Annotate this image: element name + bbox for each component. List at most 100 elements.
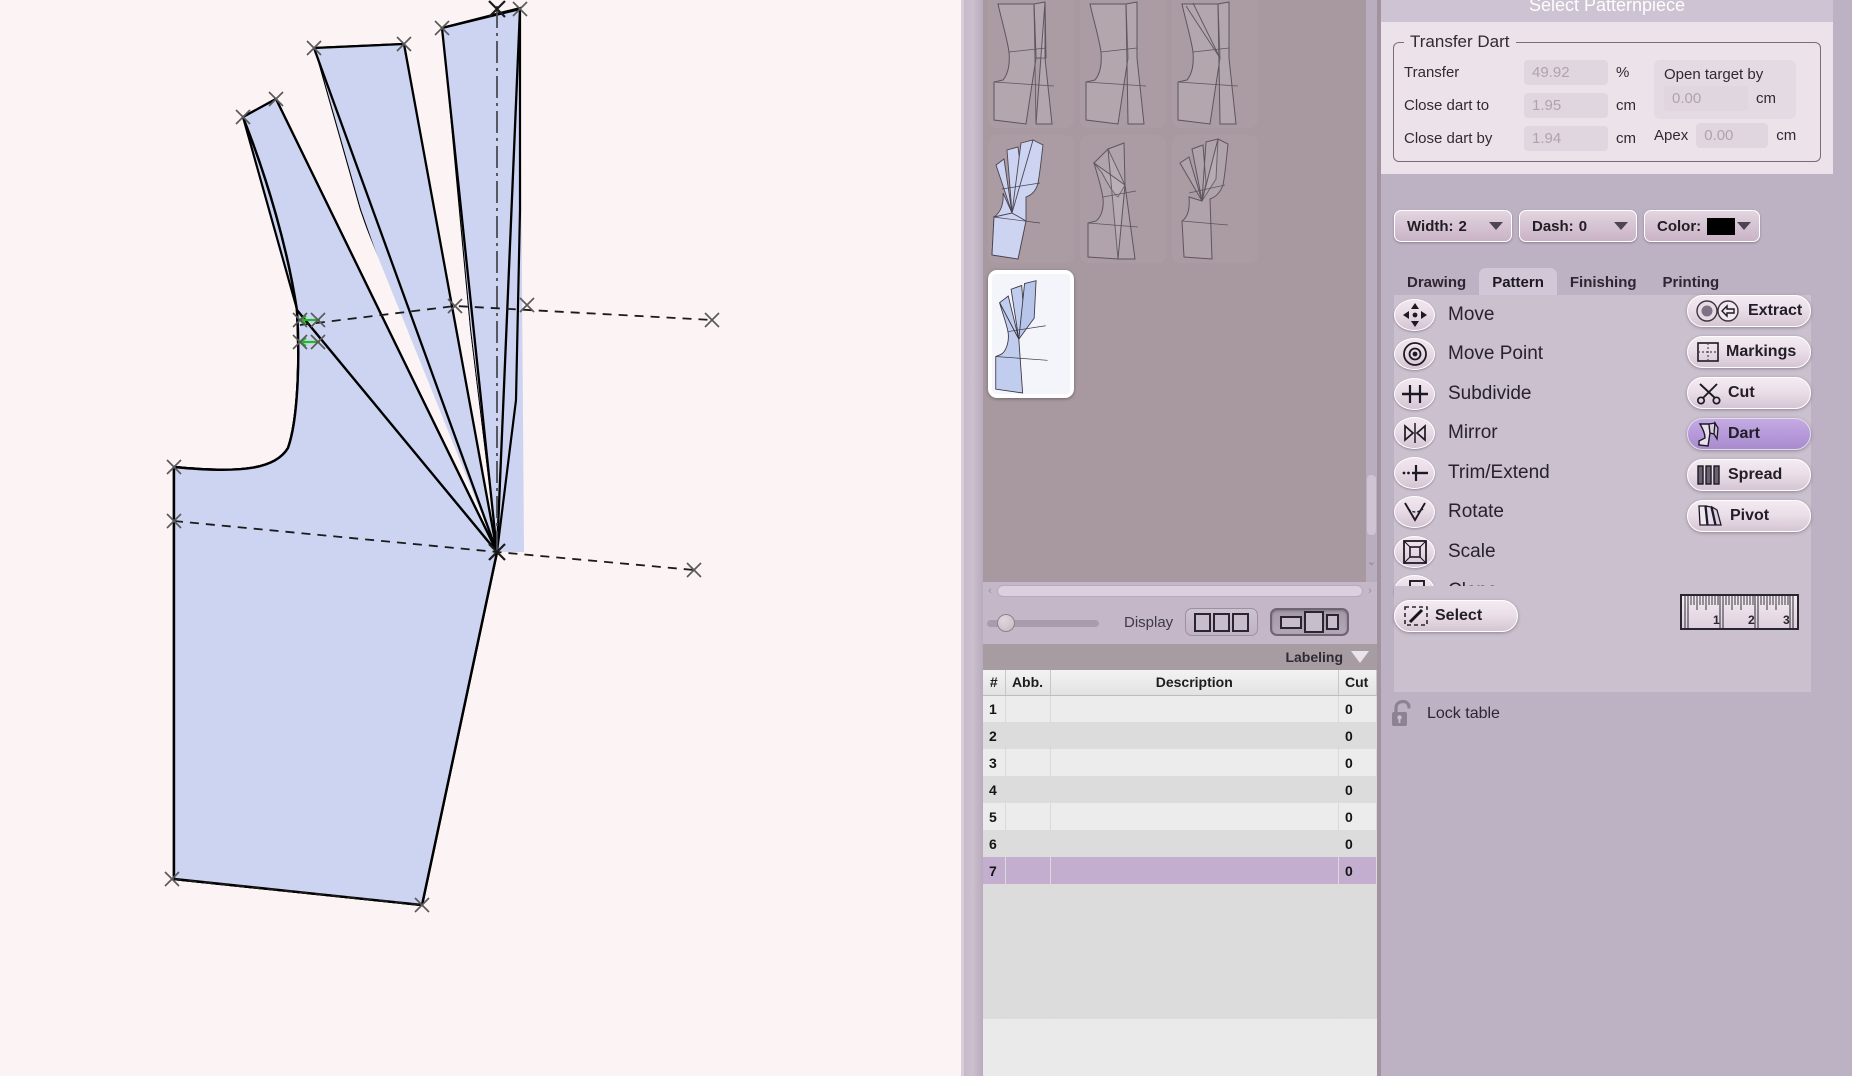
cell-description[interactable] [1050,911,1339,938]
table-row[interactable]: 30 [983,749,1377,776]
table-row[interactable] [983,911,1377,938]
action-pivot[interactable]: Pivot [1687,500,1811,532]
tool-rotate[interactable]: Rotate [1394,493,1550,533]
cell-abbreviation[interactable] [1005,803,1051,830]
chevron-left-icon[interactable]: ‹ [983,585,997,597]
cell-description[interactable] [1050,776,1339,803]
tab-pattern[interactable]: Pattern [1479,268,1557,298]
action-markings[interactable]: Markings [1687,336,1811,368]
thumbnail-vertical-scrollbar[interactable]: ⌄ [1366,0,1377,582]
tab-printing[interactable]: Printing [1650,268,1733,298]
zoom-slider[interactable] [987,614,1099,632]
labeling-header[interactable]: Labeling [983,644,1377,670]
cell-cut[interactable]: 0 [1338,695,1377,722]
width-dropdown[interactable]: Width: 2 [1394,210,1512,242]
cell-cut[interactable] [1338,884,1377,911]
color-swatch[interactable] [1707,217,1736,235]
tab-drawing[interactable]: Drawing [1394,268,1479,298]
close-dart-by-input[interactable] [1524,126,1608,151]
cell-number[interactable] [983,938,1006,965]
cell-description[interactable] [1050,803,1339,830]
cell-cut[interactable]: 0 [1338,857,1377,884]
cell-number[interactable]: 7 [983,857,1006,884]
chevron-down-icon[interactable] [1489,222,1503,230]
cell-number[interactable] [983,884,1006,911]
cell-number[interactable]: 4 [983,776,1006,803]
cell-cut[interactable] [1338,911,1377,938]
cell-abbreviation[interactable] [1005,830,1051,857]
cell-abbreviation[interactable] [1005,749,1051,776]
cell-description[interactable] [1050,938,1339,965]
table-row[interactable]: 60 [983,830,1377,857]
cell-number[interactable] [983,965,1006,992]
thumbnail-item[interactable] [1172,0,1258,128]
chevron-down-icon[interactable]: ⌄ [1366,555,1377,568]
chevron-down-icon[interactable] [1614,222,1628,230]
action-cut[interactable]: Cut [1687,377,1811,409]
cell-description[interactable] [1050,830,1339,857]
cell-cut[interactable] [1338,938,1377,965]
transfer-input[interactable] [1524,60,1608,85]
cell-number[interactable]: 5 [983,803,1006,830]
cell-cut[interactable] [1338,965,1377,992]
close-dart-to-input[interactable] [1524,93,1608,118]
table-row[interactable]: 20 [983,722,1377,749]
cell-cut[interactable] [1338,992,1377,1019]
cell-description[interactable] [1050,965,1339,992]
action-extract[interactable]: Extract [1687,295,1811,327]
cell-cut[interactable]: 0 [1338,749,1377,776]
thumbnail-grid[interactable]: ⌄ [983,0,1377,582]
action-spread[interactable]: Spread [1687,459,1811,491]
cell-description[interactable] [1050,857,1339,884]
cell-abbreviation[interactable] [1005,722,1051,749]
action-dart[interactable]: Dart [1687,418,1811,450]
cell-abbreviation[interactable] [1005,695,1051,722]
lock-table-row[interactable]: Lock table [1391,700,1500,728]
cell-cut[interactable]: 0 [1338,776,1377,803]
cell-abbreviation[interactable] [1005,938,1051,965]
cell-description[interactable] [1050,722,1339,749]
tool-move[interactable]: Move [1394,295,1550,335]
display-mode-equal-button[interactable] [1185,608,1259,636]
cell-abbreviation[interactable] [1005,911,1051,938]
cell-cut[interactable]: 0 [1338,722,1377,749]
cell-abbreviation[interactable] [1005,992,1051,1019]
dash-dropdown[interactable]: Dash: 0 [1519,210,1637,242]
cell-number[interactable] [983,992,1006,1019]
cell-number[interactable]: 3 [983,749,1006,776]
pattern-canvas[interactable] [0,0,964,1076]
cell-number[interactable]: 1 [983,695,1006,722]
cell-cut[interactable]: 0 [1338,803,1377,830]
tool-move-point[interactable]: Move Point [1394,335,1550,375]
select-button[interactable]: Select [1394,600,1518,632]
column-header-number[interactable]: # [983,670,1006,696]
cell-description[interactable] [1050,695,1339,722]
column-header-abbreviation[interactable]: Abb. [1005,670,1051,696]
table-row[interactable]: 40 [983,776,1377,803]
cell-abbreviation[interactable] [1005,776,1051,803]
table-row[interactable] [983,965,1377,992]
table-row[interactable] [983,938,1377,965]
color-dropdown[interactable]: Color: [1644,210,1760,242]
cell-cut[interactable]: 0 [1338,830,1377,857]
table-row[interactable]: 50 [983,803,1377,830]
scrollbar-thumb[interactable] [1367,475,1376,535]
cell-description[interactable] [1050,992,1339,1019]
table-row[interactable] [983,884,1377,911]
ruler-widget[interactable]: 1 2 3 [1680,594,1799,630]
open-target-input[interactable] [1664,86,1748,111]
thumbnail-item[interactable] [1172,135,1258,263]
cell-abbreviation[interactable] [1005,965,1051,992]
column-header-description[interactable]: Description [1050,670,1339,696]
apex-input[interactable] [1696,123,1769,148]
patternpiece-table[interactable]: # Abb. Description Cut 10203040506070 [983,670,1377,1076]
unlocked-padlock-icon[interactable] [1391,700,1415,728]
cell-number[interactable]: 6 [983,830,1006,857]
table-row[interactable] [983,992,1377,1019]
tab-finishing[interactable]: Finishing [1557,268,1650,298]
caret-down-icon[interactable] [1351,651,1369,663]
cell-abbreviation[interactable] [1005,857,1051,884]
chevron-right-icon[interactable]: › [1363,585,1377,597]
cell-number[interactable] [983,911,1006,938]
thumbnail-item-selected[interactable] [988,270,1074,398]
